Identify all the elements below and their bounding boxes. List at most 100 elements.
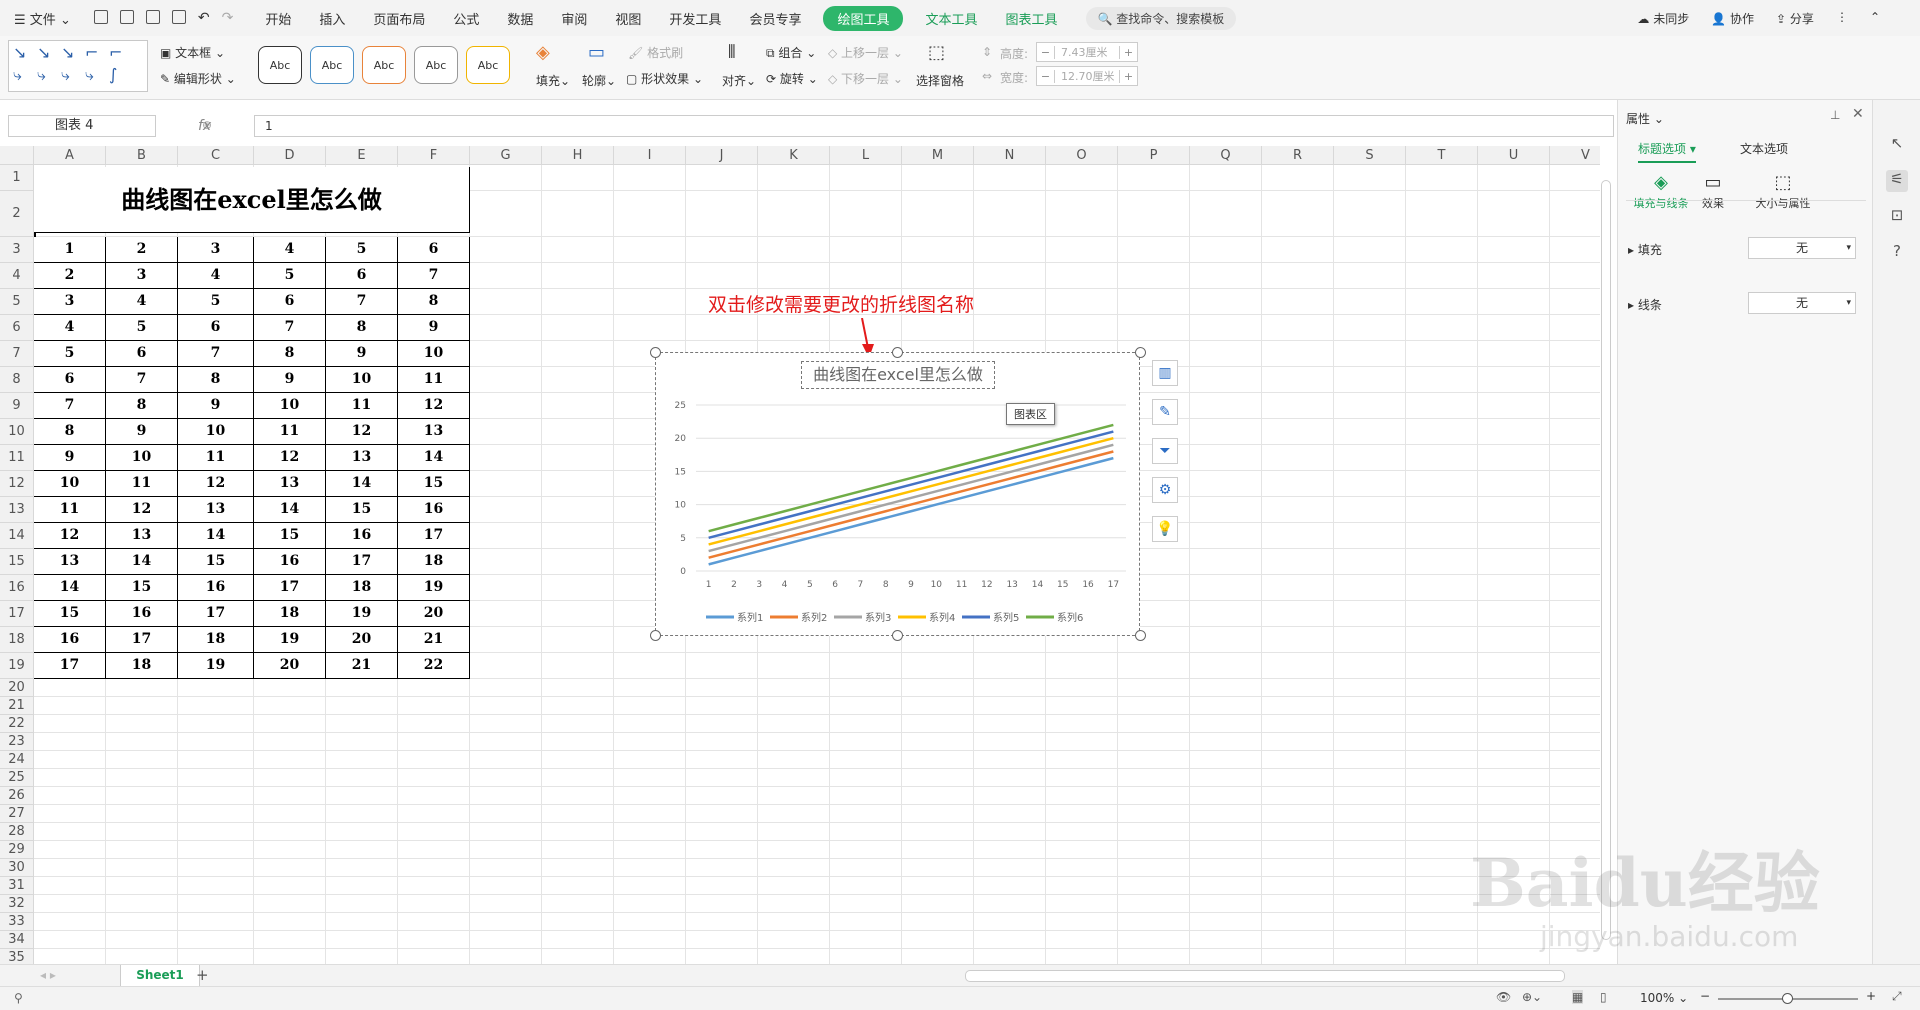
row-header[interactable]: 6 xyxy=(0,315,34,341)
table-cell[interactable]: 15 xyxy=(326,497,398,523)
table-cell[interactable]: 16 xyxy=(106,601,178,627)
line-shape-icon[interactable]: ⌐ xyxy=(85,43,98,62)
page-view-icon[interactable]: ▯ xyxy=(1600,990,1607,1004)
table-cell[interactable]: 4 xyxy=(34,315,106,341)
table-cell[interactable]: 11 xyxy=(254,419,326,445)
row-header[interactable]: 35 xyxy=(0,949,34,964)
outline-icon[interactable]: ▭ xyxy=(588,42,605,63)
resize-handle[interactable] xyxy=(892,347,903,358)
table-cell[interactable]: 17 xyxy=(34,653,106,679)
height-stepper[interactable]: − 7.43厘米 + xyxy=(1036,42,1138,62)
row-header[interactable]: 28 xyxy=(0,823,34,841)
table-cell[interactable]: 15 xyxy=(106,575,178,601)
tab-text-tools[interactable]: 文本工具 xyxy=(911,9,991,28)
series-line[interactable] xyxy=(708,456,1114,566)
table-cell[interactable]: 4 xyxy=(178,263,254,289)
table-cell[interactable]: 9 xyxy=(398,315,470,341)
fill-button[interactable]: 填充⌄ xyxy=(536,72,570,89)
table-cell[interactable]: 11 xyxy=(106,471,178,497)
redo-icon[interactable]: ↷ xyxy=(222,10,234,26)
legend-label[interactable]: 系列6 xyxy=(1057,611,1083,624)
panel-title[interactable]: 属性 ⌄ xyxy=(1626,110,1664,127)
zoom-slider-thumb[interactable] xyxy=(1782,993,1793,1004)
rotate-button[interactable]: ⟳ 旋转 ⌄ xyxy=(766,70,818,87)
table-cell[interactable]: 20 xyxy=(398,601,470,627)
table-cell[interactable]: 18 xyxy=(254,601,326,627)
table-cell[interactable]: 14 xyxy=(34,575,106,601)
row-header[interactable]: 7 xyxy=(0,341,34,367)
table-cell[interactable]: 13 xyxy=(398,419,470,445)
select-cursor-icon[interactable]: ↖ xyxy=(1886,134,1908,156)
outline-button[interactable]: 轮廓⌄ xyxy=(582,72,616,89)
column-header[interactable]: U xyxy=(1478,146,1550,165)
table-cell[interactable]: 5 xyxy=(106,315,178,341)
table-cell[interactable]: 6 xyxy=(254,289,326,315)
column-header[interactable]: R xyxy=(1262,146,1334,165)
table-cell[interactable]: 17 xyxy=(398,523,470,549)
row-header[interactable]: 33 xyxy=(0,913,34,931)
table-cell[interactable]: 7 xyxy=(398,263,470,289)
width-value[interactable]: 12.70厘米 xyxy=(1055,68,1119,84)
share-button[interactable]: ⇪ 分享 xyxy=(1776,10,1814,27)
table-cell[interactable]: 15 xyxy=(254,523,326,549)
curve-shape-icon[interactable]: ∫ xyxy=(109,65,117,84)
row-header[interactable]: 20 xyxy=(0,679,34,697)
table-cell[interactable]: 5 xyxy=(34,341,106,367)
row-header[interactable]: 27 xyxy=(0,805,34,823)
line-section[interactable]: ▸ 线条 xyxy=(1628,296,1662,313)
pin-icon[interactable]: ⊥ xyxy=(1830,108,1840,122)
tab-formula[interactable]: 公式 xyxy=(439,9,493,28)
legend-label[interactable]: 系列2 xyxy=(801,611,827,624)
width-stepper[interactable]: − 12.70厘米 + xyxy=(1036,66,1138,86)
table-cell[interactable]: 8 xyxy=(326,315,398,341)
formula-input[interactable]: 1 xyxy=(254,115,1614,137)
table-cell[interactable]: 7 xyxy=(34,393,106,419)
line-shape-icon[interactable]: ⌐ xyxy=(109,43,122,62)
row-header[interactable]: 3 xyxy=(0,237,34,263)
more-icon[interactable]: ⋮ xyxy=(1836,10,1848,27)
select-pane-button[interactable]: 选择窗格 xyxy=(916,72,964,89)
table-cell[interactable]: 1 xyxy=(34,237,106,263)
row-header[interactable]: 9 xyxy=(0,393,34,419)
line-shape-icon[interactable]: ↘ xyxy=(37,43,50,62)
fill-icon[interactable]: ◈ xyxy=(536,42,550,63)
line-shape-icon[interactable]: ⤷ xyxy=(13,65,22,85)
row-header[interactable]: 31 xyxy=(0,877,34,895)
table-cell[interactable]: 10 xyxy=(178,419,254,445)
table-cell[interactable]: 16 xyxy=(178,575,254,601)
row-header[interactable]: 21 xyxy=(0,697,34,715)
table-cell[interactable]: 18 xyxy=(398,549,470,575)
line-shape-gallery[interactable]: ↘ ↘ ↘ ⌐ ⌐ ⤷ ⤷ ⤷ ⤷ ∫ xyxy=(8,40,148,92)
table-cell[interactable]: 4 xyxy=(106,289,178,315)
row-header[interactable]: 12 xyxy=(0,471,34,497)
save-icon[interactable] xyxy=(93,10,108,24)
tab-chart-tools[interactable]: 图表工具 xyxy=(991,9,1071,28)
table-cell[interactable]: 10 xyxy=(34,471,106,497)
height-value[interactable]: 7.43厘米 xyxy=(1055,44,1119,60)
column-header[interactable]: V xyxy=(1550,146,1600,165)
column-header[interactable]: G xyxy=(470,146,542,165)
decrease-height-button[interactable]: − xyxy=(1037,45,1055,59)
row-header[interactable]: 2 xyxy=(0,191,34,237)
tab-start[interactable]: 开始 xyxy=(251,9,305,28)
table-cell[interactable]: 15 xyxy=(178,549,254,575)
undo-icon[interactable]: ↶ xyxy=(198,10,210,26)
table-cell[interactable]: 16 xyxy=(398,497,470,523)
normal-view-icon[interactable]: ▦ xyxy=(1572,990,1584,1004)
eye-protect-icon[interactable]: 👁 xyxy=(1496,990,1511,1004)
tab-data[interactable]: 数据 xyxy=(493,9,547,28)
resize-handle[interactable] xyxy=(650,347,661,358)
table-cell[interactable]: 10 xyxy=(106,445,178,471)
table-cell[interactable]: 6 xyxy=(398,237,470,263)
tab-insert[interactable]: 插入 xyxy=(305,9,359,28)
table-cell[interactable]: 12 xyxy=(34,523,106,549)
table-cell[interactable]: 12 xyxy=(326,419,398,445)
line-shape-icon[interactable]: ↘ xyxy=(61,43,74,62)
table-cell[interactable]: 2 xyxy=(34,263,106,289)
table-cell[interactable]: 3 xyxy=(34,289,106,315)
shape-style-5[interactable]: Abc xyxy=(466,46,510,84)
table-cell[interactable]: 21 xyxy=(326,653,398,679)
row-header[interactable]: 30 xyxy=(0,859,34,877)
line-shape-icon[interactable]: ↘ xyxy=(13,43,26,62)
table-cell[interactable]: 3 xyxy=(178,237,254,263)
